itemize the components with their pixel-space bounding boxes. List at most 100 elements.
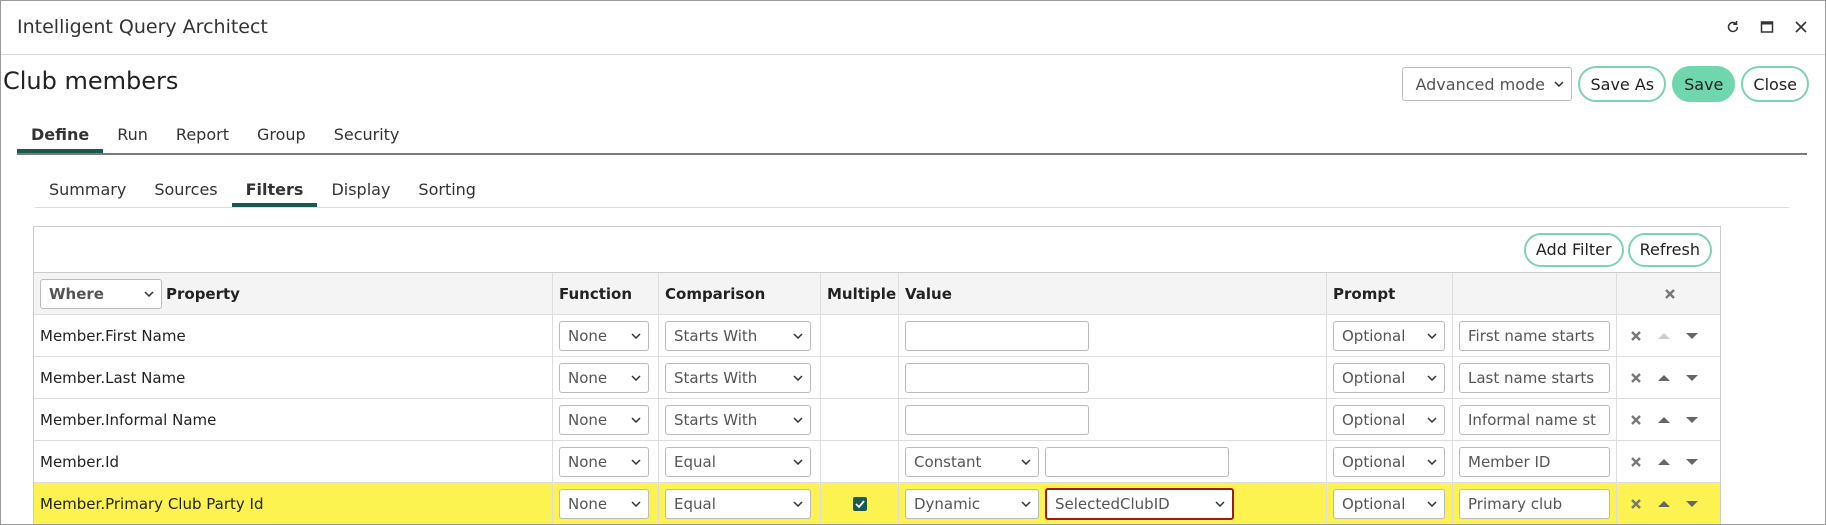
filter-header-row: Where Property Function Comparison Multi… (34, 273, 1720, 315)
filter-row: Member.First Name None Starts With Optio… (34, 315, 1720, 357)
prompt-label-input[interactable]: Last name starts (1459, 363, 1610, 393)
function-select-value: None (568, 495, 608, 513)
prompt-select[interactable]: Optional (1333, 321, 1445, 351)
close-icon[interactable] (1791, 17, 1811, 37)
title-bar: Intelligent Query Architect (1, 1, 1825, 55)
comparison-select-value: Starts With (674, 327, 758, 345)
tab-security[interactable]: Security (320, 121, 414, 153)
comparison-select[interactable]: Equal (665, 489, 811, 519)
refresh-icon[interactable] (1723, 17, 1743, 37)
move-up-icon[interactable] (1655, 453, 1673, 471)
move-down-icon[interactable] (1683, 327, 1701, 345)
save-as-button[interactable]: Save As (1578, 66, 1667, 102)
tab-sorting[interactable]: Sorting (404, 177, 490, 207)
value-input[interactable] (1045, 447, 1229, 477)
move-down-icon[interactable] (1683, 411, 1701, 429)
dynamic-value-select[interactable]: SelectedClubID (1045, 488, 1234, 520)
prompt-header: Prompt (1326, 273, 1452, 315)
move-down-icon[interactable] (1683, 369, 1701, 387)
prompt-select[interactable]: Optional (1333, 363, 1445, 393)
chevron-down-icon (1427, 375, 1437, 381)
filter-row: Member.Informal Name None Starts With Op… (34, 399, 1720, 441)
move-down-icon[interactable] (1683, 495, 1701, 513)
comparison-select[interactable]: Starts With (665, 321, 811, 351)
move-down-icon[interactable] (1683, 453, 1701, 471)
chevron-down-icon (793, 501, 803, 507)
chevron-down-icon (1021, 501, 1031, 507)
remove-icon[interactable] (1627, 369, 1645, 387)
chevron-down-icon (793, 375, 803, 381)
tab-summary[interactable]: Summary (35, 177, 140, 207)
chevron-down-icon (144, 291, 154, 297)
remove-icon[interactable] (1627, 495, 1645, 513)
function-select[interactable]: None (559, 447, 649, 477)
multiple-cell (820, 441, 898, 483)
chevron-down-icon (1427, 417, 1437, 423)
chevron-down-icon (793, 333, 803, 339)
comparison-select-value: Equal (674, 453, 716, 471)
window-title: Intelligent Query Architect (17, 16, 268, 38)
comparison-header: Comparison (658, 273, 820, 315)
filter-property: Member.Id (40, 453, 120, 471)
prompt-label-input[interactable]: Primary club (1459, 489, 1610, 519)
value-type-select[interactable]: Dynamic (905, 489, 1039, 519)
chevron-down-icon (631, 501, 641, 507)
tab-sources[interactable]: Sources (140, 177, 231, 207)
comparison-select-value: Starts With (674, 411, 758, 429)
add-filter-button[interactable]: Add Filter (1523, 232, 1624, 267)
remove-all-icon[interactable] (1661, 285, 1679, 303)
prompt-label-input[interactable]: Member ID (1459, 447, 1610, 477)
close-button[interactable]: Close (1741, 66, 1809, 102)
refresh-button[interactable]: Refresh (1627, 232, 1712, 267)
move-up-icon[interactable] (1655, 495, 1673, 513)
value-type-select-value: Dynamic (914, 495, 981, 513)
function-select[interactable]: None (559, 363, 649, 393)
value-input[interactable] (905, 405, 1089, 435)
comparison-select-value: Starts With (674, 369, 758, 387)
save-button[interactable]: Save (1672, 66, 1736, 102)
prompt-select[interactable]: Optional (1333, 489, 1445, 519)
remove-icon[interactable] (1627, 453, 1645, 471)
chevron-down-icon (1427, 333, 1437, 339)
value-input[interactable] (905, 363, 1089, 393)
where-select[interactable]: Where (40, 279, 162, 309)
chevron-down-icon (631, 417, 641, 423)
filter-property: Member.Last Name (40, 369, 186, 387)
value-type-select[interactable]: Constant (905, 447, 1039, 477)
remove-icon[interactable] (1627, 327, 1645, 345)
function-select[interactable]: None (559, 489, 649, 519)
move-up-icon[interactable] (1655, 369, 1673, 387)
function-select-value: None (568, 453, 608, 471)
comparison-select[interactable]: Starts With (665, 405, 811, 435)
filter-row-selected: Member.Primary Club Party Id None Equal … (34, 483, 1720, 524)
prompt-label-input[interactable]: First name starts (1459, 321, 1610, 351)
prompt-select-value: Optional (1342, 411, 1406, 429)
where-select-value: Where (49, 285, 104, 303)
comparison-select[interactable]: Equal (665, 447, 811, 477)
multiple-cell (820, 399, 898, 441)
comparison-select[interactable]: Starts With (665, 363, 811, 393)
tab-report[interactable]: Report (162, 121, 243, 153)
tab-group[interactable]: Group (243, 121, 320, 153)
chevron-down-icon (793, 417, 803, 423)
value-input[interactable] (905, 321, 1089, 351)
mode-select-value: Advanced mode (1415, 74, 1545, 94)
prompt-label-input[interactable]: Informal name st (1459, 405, 1610, 435)
prompt-select[interactable]: Optional (1333, 447, 1445, 477)
tab-display[interactable]: Display (317, 177, 404, 207)
function-select[interactable]: None (559, 405, 649, 435)
tab-filters[interactable]: Filters (231, 177, 318, 207)
move-up-icon[interactable] (1655, 411, 1673, 429)
multiple-checkbox[interactable] (852, 497, 867, 511)
function-select[interactable]: None (559, 321, 649, 351)
maximize-icon[interactable] (1757, 17, 1777, 37)
prompt-select-value: Optional (1342, 327, 1406, 345)
tab-define[interactable]: Define (17, 121, 104, 153)
tab-run[interactable]: Run (103, 121, 162, 153)
mode-select[interactable]: Advanced mode (1402, 67, 1573, 101)
filter-property: Member.Primary Club Party Id (40, 495, 264, 513)
remove-icon[interactable] (1627, 411, 1645, 429)
main-tabs: Define Run Report Group Security (17, 121, 413, 153)
chevron-down-icon (631, 459, 641, 465)
prompt-select[interactable]: Optional (1333, 405, 1445, 435)
